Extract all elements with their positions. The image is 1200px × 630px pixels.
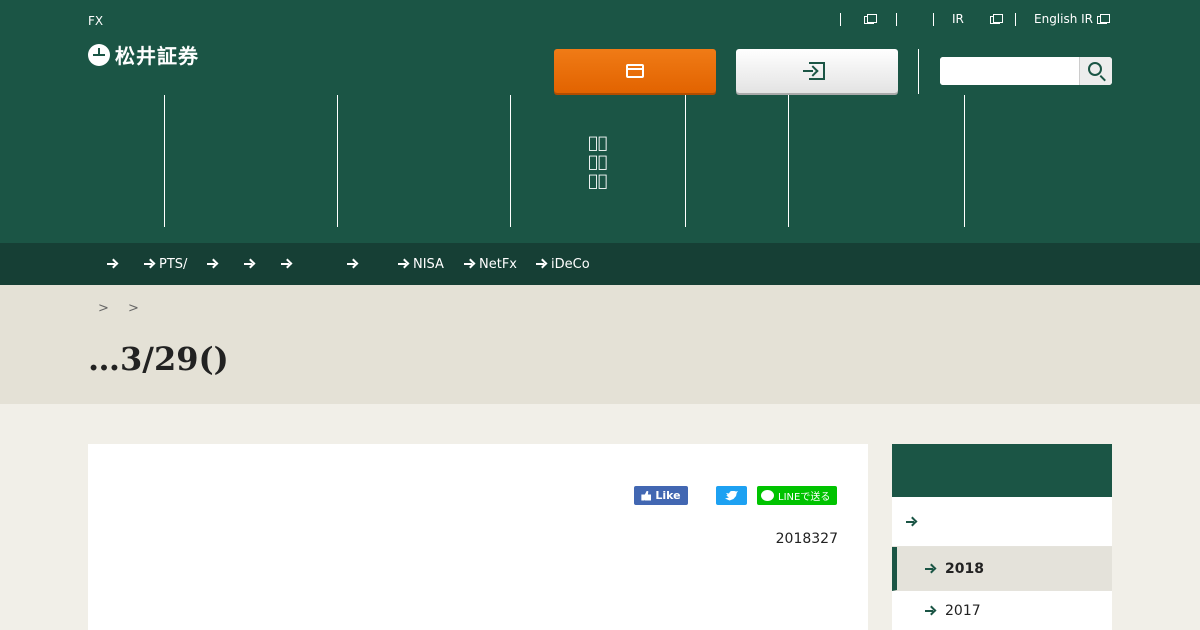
- sidebar-item-label: 2018: [945, 560, 984, 577]
- util-link-english-ir-label: English IR: [1034, 12, 1094, 26]
- article-date: 2018327: [775, 531, 838, 547]
- subnav-item[interactable]: [244, 243, 259, 285]
- util-separator: [1015, 13, 1016, 26]
- sidebar-item-2018[interactable]: 2018: [892, 547, 1112, 591]
- search-box: [940, 57, 1112, 85]
- like-label: Like: [655, 489, 681, 502]
- arrow-right-icon: [906, 517, 916, 527]
- util-link-english-ir[interactable]: English IR: [1034, 12, 1110, 28]
- line-share-button[interactable]: LINEで送る: [757, 486, 837, 505]
- subnav-label: NISA: [413, 256, 444, 272]
- open-account-button[interactable]: [554, 49, 716, 93]
- arrow-right-icon: [107, 259, 117, 269]
- sidebar-item[interactable]: [892, 497, 1112, 547]
- subnav-item[interactable]: [207, 243, 222, 285]
- arrow-right-icon: [207, 259, 217, 269]
- header-divider: [918, 49, 919, 94]
- arrow-right-icon: [536, 259, 546, 269]
- twitter-bird-icon: [725, 490, 738, 501]
- breadcrumb-separator: >: [98, 301, 109, 316]
- search-input[interactable]: [940, 57, 1078, 85]
- login-icon: [803, 62, 825, 80]
- main-nav-item-5[interactable]: [686, 95, 788, 227]
- main-nav-item-1[interactable]: [88, 95, 164, 227]
- logo-text: 松井証券: [115, 44, 199, 68]
- subnav-label: PTS/: [159, 256, 188, 272]
- page-banner: > > …3/29(): [0, 285, 1200, 404]
- subnav-item[interactable]: [107, 243, 122, 285]
- main-nav-item-7[interactable]: [965, 95, 1112, 227]
- logo[interactable]: 松井証券: [88, 40, 199, 69]
- arrow-right-icon: [925, 606, 935, 616]
- fx-label[interactable]: FX: [88, 14, 103, 28]
- sidebar-item-2017[interactable]: 2017: [892, 591, 1112, 630]
- search-button[interactable]: [1079, 57, 1112, 85]
- main-nav-item-6[interactable]: [789, 95, 964, 227]
- search-icon: [1088, 62, 1102, 76]
- subnav-item-ideco[interactable]: iDeCo: [536, 243, 590, 285]
- thumbs-up-icon: [641, 490, 652, 501]
- sub-navigation: PTS/ NISA NetFx iDeCo: [0, 243, 1200, 285]
- external-link-icon: [864, 13, 877, 24]
- arrow-right-icon: [144, 259, 154, 269]
- subnav-label: iDeCo: [551, 256, 590, 272]
- arrow-right-icon: [281, 259, 291, 269]
- subnav-item-nisa[interactable]: NISA: [398, 243, 444, 285]
- util-separator: [896, 13, 897, 26]
- main-nav-item-4[interactable]:         : [511, 95, 685, 227]
- article-card: Like LINEで送る 2018327: [88, 444, 868, 630]
- main-nav-item-2[interactable]: [165, 95, 337, 227]
- main-nav-label:         : [588, 132, 608, 190]
- subnav-label: NetFx: [479, 256, 517, 272]
- arrow-right-icon: [464, 259, 474, 269]
- external-link-icon: [1096, 13, 1110, 24]
- subnav-item-netfx[interactable]: NetFx: [464, 243, 517, 285]
- sidebar-item-label: 2017: [945, 602, 981, 619]
- line-icon: [761, 490, 774, 501]
- login-button[interactable]: [736, 49, 898, 93]
- line-label: LINEで送る: [778, 492, 831, 503]
- site-header: FX 松井証券 IR English IR         : [0, 0, 1200, 243]
- card-icon: [626, 64, 644, 78]
- util-link-1[interactable]: [864, 12, 877, 28]
- facebook-like-button[interactable]: Like: [634, 486, 688, 505]
- twitter-share-button[interactable]: [716, 486, 747, 505]
- util-link-ir[interactable]: IR: [952, 12, 1003, 28]
- subnav-item[interactable]: [347, 243, 362, 285]
- arrow-right-icon: [925, 564, 935, 574]
- main-nav-item-3[interactable]: [338, 95, 510, 227]
- subnav-item-pts[interactable]: PTS/: [144, 243, 187, 285]
- util-separator: [840, 13, 841, 26]
- logo-mark-icon: [88, 43, 110, 66]
- breadcrumb-separator: >: [128, 301, 139, 316]
- arrow-right-icon: [244, 259, 254, 269]
- page-title: …3/29(): [88, 340, 229, 378]
- arrow-right-icon: [347, 259, 357, 269]
- external-link-icon: [989, 13, 1003, 24]
- sidebar-heading: [892, 444, 1112, 497]
- util-separator: [933, 13, 934, 26]
- subnav-item[interactable]: [281, 243, 296, 285]
- arrow-right-icon: [398, 259, 408, 269]
- util-link-ir-label: IR: [952, 12, 964, 26]
